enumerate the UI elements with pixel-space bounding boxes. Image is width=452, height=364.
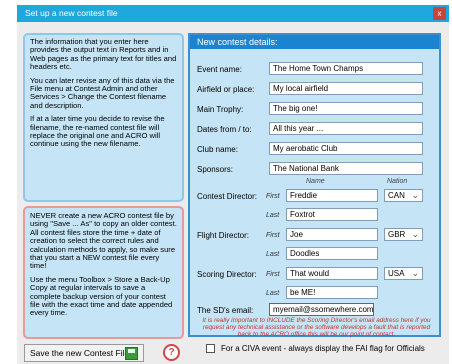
club-name-label: Club name: bbox=[197, 145, 238, 154]
event-name-label: Event name: bbox=[197, 65, 242, 74]
last-name-label: Last bbox=[266, 251, 280, 258]
trophy-field[interactable]: The big one! bbox=[269, 102, 423, 115]
info-panel: The information that you enter here prov… bbox=[23, 33, 184, 202]
scoring-director-last-field[interactable]: be ME! bbox=[286, 286, 378, 299]
contest-director-first-field[interactable]: Freddie bbox=[286, 189, 378, 202]
chevron-down-icon: ⌄ bbox=[411, 268, 419, 278]
email-note: It is really important to INCLUDE the Sc… bbox=[202, 317, 431, 338]
first-name-label: First bbox=[266, 232, 280, 239]
scoring-director-nation-select[interactable]: USA ⌄ bbox=[384, 267, 423, 280]
flight-director-first-field[interactable]: Joe bbox=[286, 228, 378, 241]
airfield-field[interactable]: My local airfield bbox=[269, 82, 423, 95]
first-name-label: First bbox=[266, 193, 280, 200]
save-disk-icon bbox=[125, 347, 138, 360]
nation-value: GBR bbox=[388, 230, 406, 239]
flight-director-label: Flight Director: bbox=[197, 231, 250, 240]
warning-paragraph: NEVER create a new ACRO contest file by … bbox=[30, 211, 177, 271]
first-name-label: First bbox=[266, 271, 280, 278]
warning-paragraph: Use the menu Toolbox > Store a Back-Up C… bbox=[30, 274, 173, 318]
sd-email-label: The SD's email: bbox=[197, 306, 254, 315]
event-name-field[interactable]: The Home Town Champs bbox=[269, 62, 423, 75]
title-bar: Set up a new contest file x bbox=[17, 5, 449, 22]
nation-column-header: Nation bbox=[387, 178, 408, 185]
close-icon[interactable]: x bbox=[433, 7, 446, 20]
dates-field[interactable]: All this year ... bbox=[269, 122, 423, 135]
flight-director-nation-select[interactable]: GBR ⌄ bbox=[384, 228, 423, 241]
warning-panel: NEVER create a new ACRO contest file by … bbox=[23, 206, 184, 339]
contest-details-panel: New contest details: Event name: The Hom… bbox=[188, 33, 441, 338]
dialog-window: Set up a new contest file x The informat… bbox=[0, 0, 452, 364]
scoring-director-label: Scoring Director: bbox=[197, 270, 257, 279]
last-name-label: Last bbox=[266, 212, 280, 219]
chevron-down-icon: ⌄ bbox=[411, 190, 419, 200]
sd-email-field[interactable]: myemail@ssomewhere.com bbox=[269, 303, 374, 316]
contest-director-last-field[interactable]: Foxtrot bbox=[286, 208, 378, 221]
info-paragraph: If at a later time you decide to revise … bbox=[30, 114, 165, 149]
airfield-label: Airfield or place: bbox=[197, 85, 255, 94]
trophy-label: Main Trophy: bbox=[197, 105, 244, 114]
info-paragraph: You can later revise any of this data vi… bbox=[30, 75, 175, 110]
name-column-header: Name bbox=[306, 178, 325, 185]
contest-director-nation-select[interactable]: CAN ⌄ bbox=[384, 189, 423, 202]
info-paragraph: The information that you enter here prov… bbox=[30, 37, 177, 72]
sponsors-field[interactable]: The National Bank bbox=[269, 162, 423, 175]
civa-checkbox[interactable] bbox=[206, 344, 215, 353]
panel-heading: New contest details: bbox=[190, 35, 439, 49]
help-icon[interactable]: ? bbox=[163, 344, 180, 361]
sponsors-label: Sponsors: bbox=[197, 165, 234, 174]
contest-director-label: Contest Director: bbox=[197, 192, 258, 201]
save-contest-button[interactable]: Save the new Contest File bbox=[24, 344, 144, 362]
dates-label: Dates from / to: bbox=[197, 125, 252, 134]
civa-checkbox-label: For a CIVA event - always display the FA… bbox=[221, 344, 425, 353]
scoring-director-first-field[interactable]: That would bbox=[286, 267, 378, 280]
flight-director-last-field[interactable]: Doodles bbox=[286, 247, 378, 260]
save-button-label: Save the new Contest File bbox=[30, 348, 130, 358]
nation-value: CAN bbox=[388, 191, 405, 200]
nation-value: USA bbox=[388, 269, 405, 278]
club-name-field[interactable]: My aerobatic Club bbox=[269, 142, 423, 155]
last-name-label: Last bbox=[266, 290, 280, 297]
chevron-down-icon: ⌄ bbox=[411, 229, 419, 239]
window-title: Set up a new contest file bbox=[25, 8, 118, 18]
